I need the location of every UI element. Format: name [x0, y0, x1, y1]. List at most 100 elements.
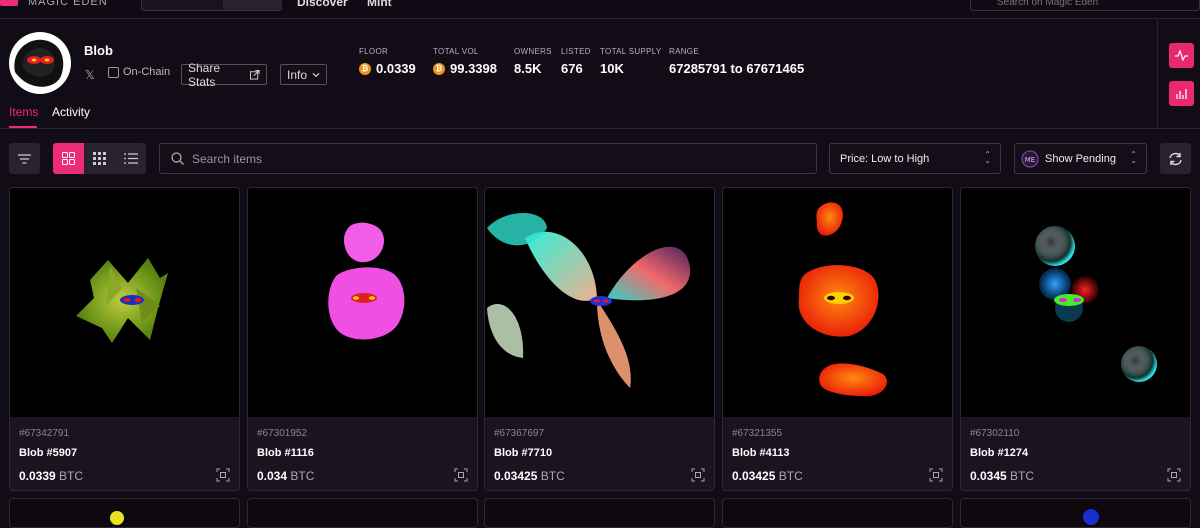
grid-large-icon [62, 152, 75, 165]
item-card[interactable]: #67367697 Blob #7710 0.03425 BTC [484, 187, 715, 491]
price-currency: BTC [290, 469, 315, 483]
item-image [10, 188, 239, 417]
stat-value: 8.5K [514, 61, 542, 76]
sort-select[interactable]: Price: Low to High ⌃ ⌄ [829, 143, 1001, 174]
right-panel [1157, 19, 1200, 129]
onchain-label: On-Chain [123, 66, 171, 78]
stat-value: 0.0339 [376, 61, 416, 76]
list-view-button[interactable] [115, 143, 146, 174]
item-price: 0.0339 BTC [19, 469, 83, 483]
stat-value: 676 [561, 61, 583, 76]
nav-discover[interactable]: Discover [297, 0, 348, 9]
stat-label: TOTAL VOL [433, 47, 479, 56]
analytics-button[interactable] [1169, 81, 1194, 106]
scan-icon[interactable] [929, 468, 943, 482]
item-card[interactable] [9, 498, 240, 528]
refresh-button[interactable] [1160, 143, 1191, 174]
price-value: 0.0339 [19, 469, 56, 483]
brand-name: MAGIC EDEN [28, 0, 108, 8]
stat-owners: OWNERS 8.5K [514, 47, 552, 76]
filter-button[interactable] [9, 143, 40, 174]
item-name: Blob #1274 [970, 447, 1029, 459]
x-logo-icon[interactable]: 𝕏 [85, 68, 95, 82]
active-tab-indicator [9, 126, 37, 128]
item-name: Blob #5907 [19, 447, 78, 459]
collection-header: Blob 𝕏 On-Chain Share Stats Info FLOOR ₿… [0, 19, 1158, 129]
share-stats-label: Share Stats [188, 60, 221, 89]
scan-icon[interactable] [216, 468, 230, 482]
bitcoin-icon: ₿ [359, 62, 371, 75]
top-navbar: MAGIC EDEN Discover Mint Search on Magic… [0, 0, 1200, 19]
show-pending-select[interactable]: ME Show Pending ⌃ ⌄ [1014, 143, 1147, 174]
stat-range: RANGE 67285791 to 67671465 [669, 47, 804, 76]
grid-small-view-button[interactable] [84, 143, 115, 174]
items-search-input[interactable]: Search items [159, 143, 817, 174]
refresh-icon [1169, 152, 1182, 165]
price-currency: BTC [540, 469, 565, 483]
info-dropdown[interactable]: Info [280, 64, 327, 85]
search-icon [171, 152, 184, 165]
stat-label: OWNERS [514, 47, 552, 56]
price-value: 0.03425 [494, 469, 538, 483]
pulse-icon [1175, 50, 1188, 61]
collection-avatar [9, 32, 71, 94]
updown-chevron-icon: ⌃ ⌄ [984, 150, 991, 165]
svg-text:ME: ME [1025, 156, 1035, 164]
item-card[interactable] [247, 498, 478, 528]
item-price: 0.03425 BTC [494, 469, 565, 483]
onchain-badge: On-Chain [108, 66, 170, 78]
share-icon [250, 69, 260, 80]
item-name: Blob #7710 [494, 447, 553, 459]
sort-label: Price: Low to High [840, 152, 930, 165]
magic-eden-logo-icon[interactable] [0, 0, 18, 6]
pending-icon: ME [1021, 150, 1039, 167]
stat-label: FLOOR [359, 47, 389, 56]
stat-floor: FLOOR ₿ 0.0339 [359, 47, 416, 76]
inscription-number: #67302110 [970, 428, 1020, 439]
chain-toggle-option[interactable] [223, 0, 282, 10]
stat-total-vol: TOTAL VOL ₿ 99.3398 [433, 47, 497, 76]
chain-toggle[interactable] [141, 0, 282, 11]
item-price: 0.03425 BTC [732, 469, 803, 483]
chevron-down-icon [312, 72, 320, 77]
item-card[interactable] [484, 498, 715, 528]
price-value: 0.0345 [970, 469, 1007, 483]
bitcoin-icon: ₿ [433, 62, 445, 75]
scan-icon[interactable] [691, 468, 705, 482]
item-card[interactable] [960, 498, 1191, 528]
list-icon [123, 153, 138, 164]
activity-chart-button[interactable] [1169, 43, 1194, 68]
price-value: 0.034 [257, 469, 288, 483]
inscription-number: #67321355 [732, 428, 783, 439]
item-card[interactable]: #67321355 Blob #4113 0.03425 BTC [722, 187, 953, 491]
pending-label: Show Pending [1045, 152, 1116, 165]
item-card[interactable]: #67342791 Blob #5907 0.0339 BTC [9, 187, 240, 491]
price-currency: BTC [778, 469, 803, 483]
item-card[interactable] [722, 498, 953, 528]
share-stats-button[interactable]: Share Stats [181, 61, 267, 89]
item-card[interactable]: #67302110 Blob #1274 0.0345 BTC [960, 187, 1191, 491]
scan-icon[interactable] [1167, 468, 1181, 482]
tab-activity[interactable]: Activity [52, 105, 90, 119]
grid-large-view-button[interactable] [53, 143, 84, 174]
scan-icon[interactable] [454, 468, 468, 482]
stat-label: TOTAL SUPPLY [600, 47, 662, 56]
price-currency: BTC [1010, 469, 1035, 483]
tab-items[interactable]: Items [9, 105, 38, 119]
chip-icon [108, 66, 119, 78]
price-currency: BTC [59, 469, 84, 483]
global-search-input[interactable]: Search on Magic Eden [970, 0, 1200, 11]
stat-value: 67285791 to 67671465 [669, 61, 805, 76]
item-name: Blob #1116 [257, 447, 314, 459]
stat-label: LISTED [561, 47, 591, 56]
item-card[interactable]: #67301952 Blob #1116 0.034 BTC [247, 187, 478, 491]
item-image [248, 188, 477, 417]
item-image [485, 188, 714, 417]
nav-mint[interactable]: Mint [367, 0, 392, 9]
item-price: 0.0345 BTC [970, 469, 1034, 483]
item-image [1083, 509, 1099, 525]
stat-total-supply: TOTAL SUPPLY 10K [600, 47, 662, 76]
item-price: 0.034 BTC [257, 469, 314, 483]
stat-value: 99.3398 [450, 61, 497, 76]
item-name: Blob #4113 [732, 447, 790, 459]
